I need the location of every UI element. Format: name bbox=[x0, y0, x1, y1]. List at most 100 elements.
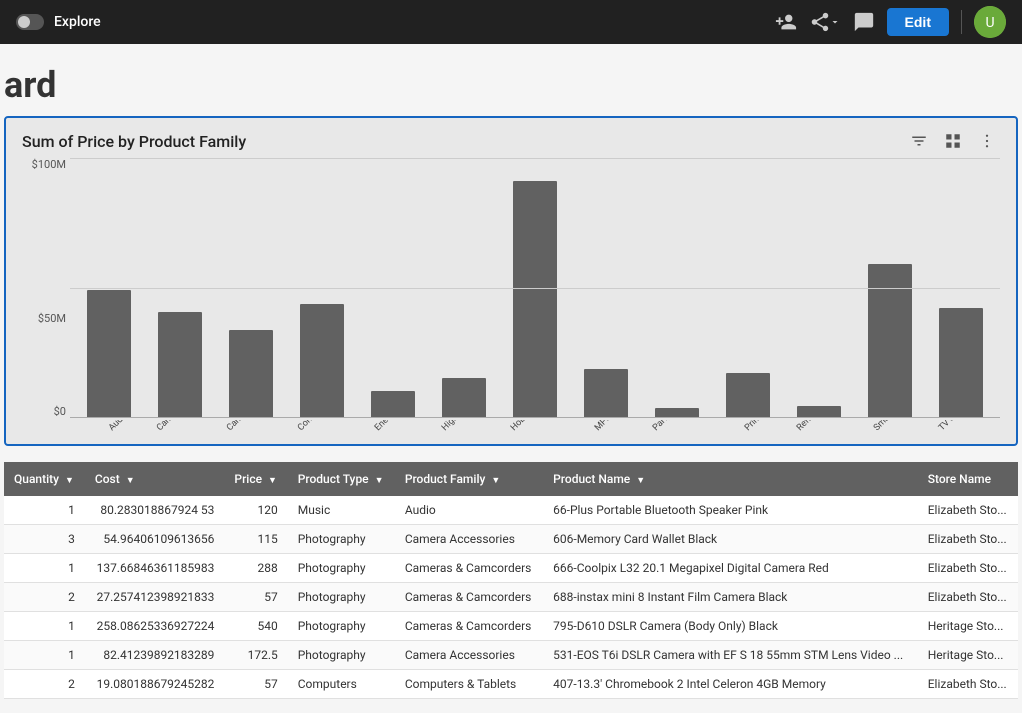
table-cell: Photography bbox=[288, 525, 395, 554]
bar[interactable] bbox=[726, 373, 770, 417]
bar[interactable] bbox=[442, 378, 486, 417]
bar[interactable] bbox=[655, 408, 699, 417]
table-cell: 1 bbox=[4, 496, 85, 525]
bar[interactable] bbox=[939, 308, 983, 417]
bar-group bbox=[785, 406, 854, 417]
table-cell: 1 bbox=[4, 641, 85, 670]
chat-button[interactable] bbox=[853, 11, 875, 33]
table-cell: 795-D610 DSLR Camera (Body Only) Black bbox=[543, 612, 918, 641]
avatar[interactable]: U bbox=[974, 6, 1006, 38]
table-cell: Cameras & Camcorders bbox=[395, 612, 543, 641]
col-product-name[interactable]: Product Name ▼ bbox=[543, 462, 918, 496]
bar[interactable] bbox=[229, 330, 273, 417]
bar-group bbox=[714, 373, 783, 417]
bar[interactable] bbox=[868, 264, 912, 417]
bar-group bbox=[145, 312, 214, 417]
table-row: 354.96406109613656115PhotographyCamera A… bbox=[4, 525, 1018, 554]
bar-label: Cameras & Cam... bbox=[225, 420, 283, 433]
toggle-icon bbox=[16, 14, 44, 30]
bar-label: Computers & Ta... bbox=[296, 420, 353, 433]
chart-title: Sum of Price by Product Family bbox=[22, 132, 246, 151]
table-row: 1137.66846361185983288PhotographyCameras… bbox=[4, 554, 1018, 583]
bar-label: Energy Star TV bbox=[373, 420, 422, 433]
table-cell: 54.96406109613656 bbox=[85, 525, 225, 554]
bar[interactable] bbox=[513, 181, 557, 417]
bar-label: MP3 Player bbox=[593, 420, 632, 433]
col-price[interactable]: Price ▼ bbox=[224, 462, 287, 496]
bar-group bbox=[572, 369, 641, 417]
bar-group bbox=[358, 391, 427, 417]
col-product-type[interactable]: Product Type ▼ bbox=[288, 462, 395, 496]
bar[interactable] bbox=[300, 304, 344, 417]
bar-label: TV & Home The... bbox=[937, 420, 993, 433]
table-cell: 57 bbox=[224, 670, 287, 699]
edit-button[interactable]: Edit bbox=[887, 8, 949, 36]
table-cell: 407-13.3' Chromebook 2 Intel Celeron 4GB… bbox=[543, 670, 918, 699]
table-cell: Computers bbox=[288, 670, 395, 699]
col-quantity[interactable]: Quantity ▼ bbox=[4, 462, 85, 496]
sort-icon-product-name: ▼ bbox=[636, 476, 645, 486]
more-button[interactable] bbox=[974, 130, 1000, 152]
table-header: Quantity ▼ Cost ▼ Price ▼ Product Type ▼… bbox=[4, 462, 1018, 496]
table-cell: Photography bbox=[288, 554, 395, 583]
y-label-50m: $50M bbox=[22, 312, 66, 325]
table-cell: 258.08625336927224 bbox=[85, 612, 225, 641]
add-user-button[interactable] bbox=[775, 11, 797, 33]
bar-label: Smart Phones bbox=[872, 420, 919, 433]
table-cell: 137.66846361185983 bbox=[85, 554, 225, 583]
share-button[interactable] bbox=[809, 11, 841, 33]
bar-group bbox=[216, 330, 285, 417]
bar-group bbox=[74, 290, 143, 417]
bars-container bbox=[70, 158, 1000, 417]
page-header: ard bbox=[0, 44, 1022, 116]
col-cost[interactable]: Cost ▼ bbox=[85, 462, 225, 496]
chart-card: Sum of Price by Product Family $100M $50… bbox=[4, 116, 1018, 446]
table-row: 219.08018867924528257ComputersComputers … bbox=[4, 670, 1018, 699]
table-cell: Elizabeth Sto... bbox=[918, 583, 1018, 612]
table-cell: 82.41239892183289 bbox=[85, 641, 225, 670]
table-cell: 80.283018867924 53 bbox=[85, 496, 225, 525]
filter-button[interactable] bbox=[906, 130, 932, 152]
bar-group bbox=[643, 408, 712, 417]
table-cell: 540 bbox=[224, 612, 287, 641]
table-cell: 27.257412398921833 bbox=[85, 583, 225, 612]
bar[interactable] bbox=[87, 290, 131, 417]
bar[interactable] bbox=[584, 369, 628, 417]
table-cell: 1 bbox=[4, 612, 85, 641]
data-table: Quantity ▼ Cost ▼ Price ▼ Product Type ▼… bbox=[4, 462, 1018, 699]
table-cell: Camera Accessories bbox=[395, 641, 543, 670]
table-cell: 66-Plus Portable Bluetooth Speaker Pink bbox=[543, 496, 918, 525]
bar-group bbox=[927, 308, 996, 417]
table-cell: 3 bbox=[4, 525, 85, 554]
y-axis: $100M $50M $0 bbox=[22, 158, 66, 418]
bar-label: Party & Celebrat... bbox=[651, 420, 709, 433]
table-row: 227.25741239892183357PhotographyCameras … bbox=[4, 583, 1018, 612]
col-product-family[interactable]: Product Family ▼ bbox=[395, 462, 543, 496]
table-cell: Elizabeth Sto... bbox=[918, 554, 1018, 583]
table-cell: Cameras & Camcorders bbox=[395, 554, 543, 583]
bar[interactable] bbox=[158, 312, 202, 417]
x-axis-labels: AudioCamera Access...Cameras & Cam...Com… bbox=[70, 420, 1000, 436]
bar-label: Printing bbox=[743, 420, 772, 433]
table-cell: 606-Memory Card Wallet Black bbox=[543, 525, 918, 554]
table-cell: Elizabeth Sto... bbox=[918, 670, 1018, 699]
table-cell: Audio bbox=[395, 496, 543, 525]
bar[interactable] bbox=[371, 391, 415, 417]
table-cell: Elizabeth Sto... bbox=[918, 496, 1018, 525]
col-store-name[interactable]: Store Name bbox=[918, 462, 1018, 496]
table-cell: Photography bbox=[288, 641, 395, 670]
table-cell: 120 bbox=[224, 496, 287, 525]
grid-button[interactable] bbox=[940, 130, 966, 152]
table-cell: 1 bbox=[4, 554, 85, 583]
chart-area: $100M $50M $0 AudioCamera Access...Camer… bbox=[70, 158, 1000, 436]
y-label-100m: $100M bbox=[22, 158, 66, 171]
explore-toggle[interactable] bbox=[16, 14, 44, 30]
table-cell: 288 bbox=[224, 554, 287, 583]
sort-icon-product-family: ▼ bbox=[491, 476, 500, 486]
bar[interactable] bbox=[797, 406, 841, 417]
sort-icon-price: ▼ bbox=[268, 476, 277, 486]
nav-divider bbox=[961, 10, 962, 34]
table-cell: Computers & Tablets bbox=[395, 670, 543, 699]
table-row: 1258.08625336927224540PhotographyCameras… bbox=[4, 612, 1018, 641]
nav-title: Explore bbox=[54, 14, 101, 30]
